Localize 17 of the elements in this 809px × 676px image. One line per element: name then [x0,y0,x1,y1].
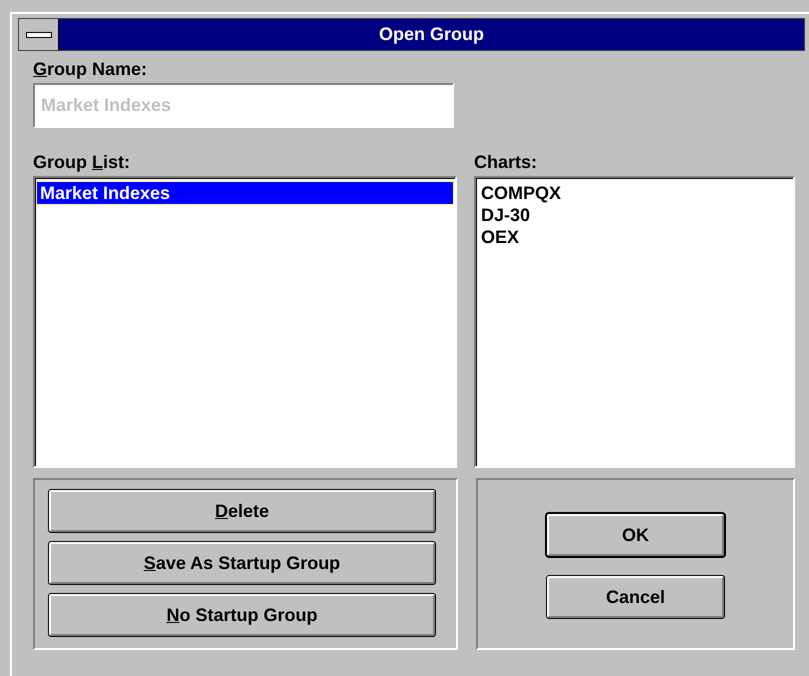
list-box[interactable]: COMPQX DJ-30 OEX [474,176,795,468]
cancel-button[interactable]: Cancel [547,576,724,618]
list-item[interactable]: DJ-30 [478,204,791,226]
minus-icon [26,32,52,38]
list-item[interactable]: OEX [478,226,791,248]
list-item[interactable]: Market Indexes [37,182,453,204]
list-label: Group List: [33,151,131,174]
list-box[interactable]: Market Indexes [33,176,457,468]
field-label: Group Name: [33,58,148,81]
list-item[interactable]: COMPQX [478,182,791,204]
dialog-button[interactable]: Delete [49,490,435,532]
list-label: Charts: [474,151,538,174]
dialog-button[interactable]: No Startup Group [49,594,435,636]
system-menu-button[interactable] [19,19,59,50]
ok-button[interactable]: OK [547,514,724,556]
window-title: Open Group [378,23,485,46]
dialog-button[interactable]: Save As Startup Group [49,542,435,584]
